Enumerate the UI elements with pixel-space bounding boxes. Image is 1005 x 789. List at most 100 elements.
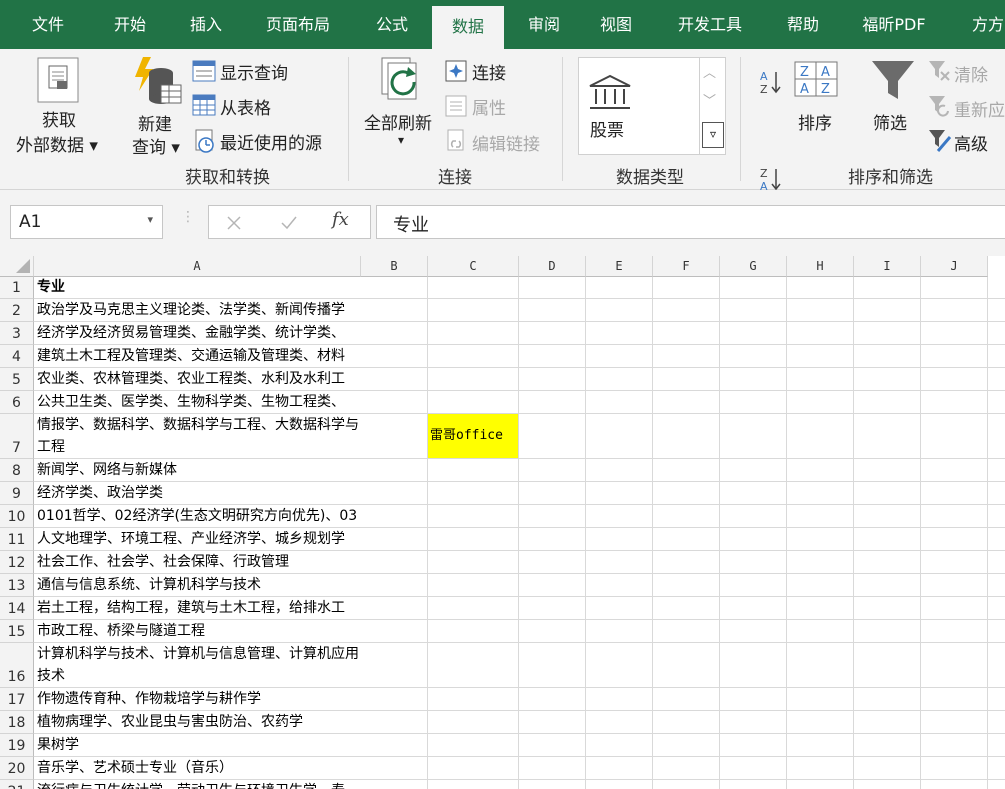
row-header[interactable]: 2	[0, 299, 34, 322]
get-external-label-1: 获取	[42, 111, 76, 131]
row-header[interactable]: 8	[0, 459, 34, 482]
row-header[interactable]: 16	[0, 643, 34, 688]
tab-foxit-pdf[interactable]: 福昕PDF	[848, 0, 940, 49]
column-header-b[interactable]: B	[361, 256, 428, 277]
cell-a10[interactable]: 0101哲学、02经济学(生态文明研究方向优先)、03	[35, 505, 361, 527]
row-header[interactable]: 5	[0, 368, 34, 391]
gridline	[427, 277, 428, 789]
edit-links-label: 编辑链接	[472, 135, 540, 155]
column-header-a[interactable]: A	[34, 256, 361, 277]
row-header[interactable]: 14	[0, 597, 34, 620]
tab-home[interactable]: 开始	[102, 0, 158, 49]
bank-icon	[589, 74, 631, 109]
row-header[interactable]: 12	[0, 551, 34, 574]
column-header-c[interactable]: C	[428, 256, 519, 277]
properties-label: 属性	[472, 99, 506, 119]
formula-bar-splitter[interactable]: ⋮	[181, 209, 195, 225]
row-header[interactable]: 13	[0, 574, 34, 597]
cell-c7[interactable]: 雷哥office	[428, 414, 518, 458]
show-queries-label: 显示查询	[220, 64, 288, 84]
row-header[interactable]: 21	[0, 780, 34, 789]
tab-file[interactable]: 文件	[20, 0, 76, 49]
tab-help[interactable]: 帮助	[775, 0, 831, 49]
tab-developer[interactable]: 开发工具	[664, 0, 756, 49]
cell-a9[interactable]: 经济学类、政治学类	[35, 482, 361, 504]
column-header-h[interactable]: H	[787, 256, 854, 277]
advanced-label: 高级	[954, 135, 988, 155]
column-header-f[interactable]: F	[653, 256, 720, 277]
tab-review[interactable]: 审阅	[516, 0, 572, 49]
cell-a21[interactable]: 流行病与卫生统计学、劳动卫生与环境卫生学、寿	[35, 780, 361, 789]
row-header[interactable]: 18	[0, 711, 34, 734]
cell-a17[interactable]: 作物遗传育种、作物栽培学与耕作学	[35, 688, 361, 710]
tab-formulas[interactable]: 公式	[364, 0, 420, 49]
name-box[interactable]: A1 ▾	[10, 205, 163, 239]
row-header[interactable]: 3	[0, 322, 34, 345]
cell-a20[interactable]: 音乐学、艺术硕士专业（音乐）	[35, 757, 361, 779]
row-number: 18	[7, 715, 26, 731]
row-header[interactable]: 1	[0, 277, 34, 299]
cell-a13[interactable]: 通信与信息系统、计算机科学与技术	[35, 574, 361, 596]
cell-a5[interactable]: 农业类、农林管理类、农业工程类、水利及水利工	[35, 368, 361, 390]
gridline	[652, 277, 653, 789]
cell-a7[interactable]: 情报学、数据科学、数据科学与工程、大数据科学与工程	[35, 414, 361, 458]
row-header[interactable]: 20	[0, 757, 34, 780]
row-header[interactable]: 7	[0, 414, 34, 459]
row-header[interactable]: 15	[0, 620, 34, 643]
gallery-more-icon[interactable]: ▿	[702, 122, 724, 148]
cancel-icon[interactable]	[226, 215, 242, 231]
row-header[interactable]: 4	[0, 345, 34, 368]
cell-a15[interactable]: 市政工程、桥梁与隧道工程	[35, 620, 361, 642]
row-header[interactable]: 6	[0, 391, 34, 414]
connections-icon	[445, 60, 467, 82]
tab-data[interactable]: 数据	[432, 6, 504, 49]
stocks-label: 股票	[590, 121, 624, 141]
cell-a3[interactable]: 经济学及经济贸易管理类、金融学类、统计学类、	[35, 322, 361, 344]
column-header-j[interactable]: J	[921, 256, 988, 277]
row-header[interactable]: 11	[0, 528, 34, 551]
tab-fangfang[interactable]: 方方	[960, 0, 1005, 49]
select-all-triangle-icon	[16, 259, 30, 273]
cell-a14[interactable]: 岩土工程，结构工程，建筑与土木工程，给排水工	[35, 597, 361, 619]
group-label-data-types: 数据类型	[616, 168, 684, 188]
svg-text:A: A	[821, 65, 830, 80]
column-header-d[interactable]: D	[519, 256, 586, 277]
formula-input-value: 专业	[393, 215, 429, 236]
row-header[interactable]: 17	[0, 688, 34, 711]
row-header[interactable]: 10	[0, 505, 34, 528]
cell-a11[interactable]: 人文地理学、环境工程、产业经济学、城乡规划学	[35, 528, 361, 550]
cell-a12[interactable]: 社会工作、社会学、社会保障、行政管理	[35, 551, 361, 573]
column-header-e[interactable]: E	[586, 256, 653, 277]
gallery-up-icon[interactable]: ︿	[703, 62, 716, 81]
row-header[interactable]: 19	[0, 734, 34, 757]
enter-check-icon[interactable]	[280, 215, 298, 231]
cell-a19[interactable]: 果树学	[35, 734, 361, 756]
refresh-dropdown-icon[interactable]: ▾	[398, 133, 404, 147]
filter-label: 筛选	[873, 114, 907, 134]
tab-page-layout[interactable]: 页面布局	[252, 0, 344, 49]
name-box-dropdown-icon[interactable]: ▾	[147, 213, 153, 226]
clear-label: 清除	[954, 66, 988, 86]
cell-a16[interactable]: 计算机科学与技术、计算机与信息管理、计算机应用技术	[35, 643, 361, 687]
cell-a18[interactable]: 植物病理学、农业昆虫与害虫防治、农药学	[35, 711, 361, 733]
cell-a4[interactable]: 建筑土木工程及管理类、交通运输及管理类、材料	[35, 345, 361, 367]
recent-sources-icon	[195, 129, 214, 153]
tab-view[interactable]: 视图	[588, 0, 644, 49]
cell-a1[interactable]: 专业	[35, 277, 361, 298]
column-header-g[interactable]: G	[720, 256, 787, 277]
select-all-corner[interactable]	[0, 256, 34, 277]
formula-input[interactable]: 专业	[376, 205, 1005, 239]
cell-a6[interactable]: 公共卫生类、医学类、生物科学类、生物工程类、	[35, 391, 361, 413]
cell-a2[interactable]: 政治学及马克思主义理论类、法学类、新闻传播学	[35, 299, 361, 321]
row-header[interactable]: 9	[0, 482, 34, 505]
connections-label: 连接	[472, 64, 506, 84]
column-header-i[interactable]: I	[854, 256, 921, 277]
show-queries-icon	[192, 60, 216, 82]
gallery-down-icon[interactable]: ﹀	[703, 90, 716, 109]
row-number: 19	[7, 738, 26, 754]
tab-insert[interactable]: 插入	[178, 0, 234, 49]
worksheet-grid[interactable]: A B C D E F G H I J 1 专业 2 政治学及马克思主义理论类、法学类、新闻传播学 3 经济学…	[0, 256, 1005, 789]
reapply-label: 重新应	[954, 101, 1005, 121]
cell-a8[interactable]: 新闻学、网络与新媒体	[35, 459, 361, 481]
insert-function-icon[interactable]: fx	[332, 209, 349, 230]
